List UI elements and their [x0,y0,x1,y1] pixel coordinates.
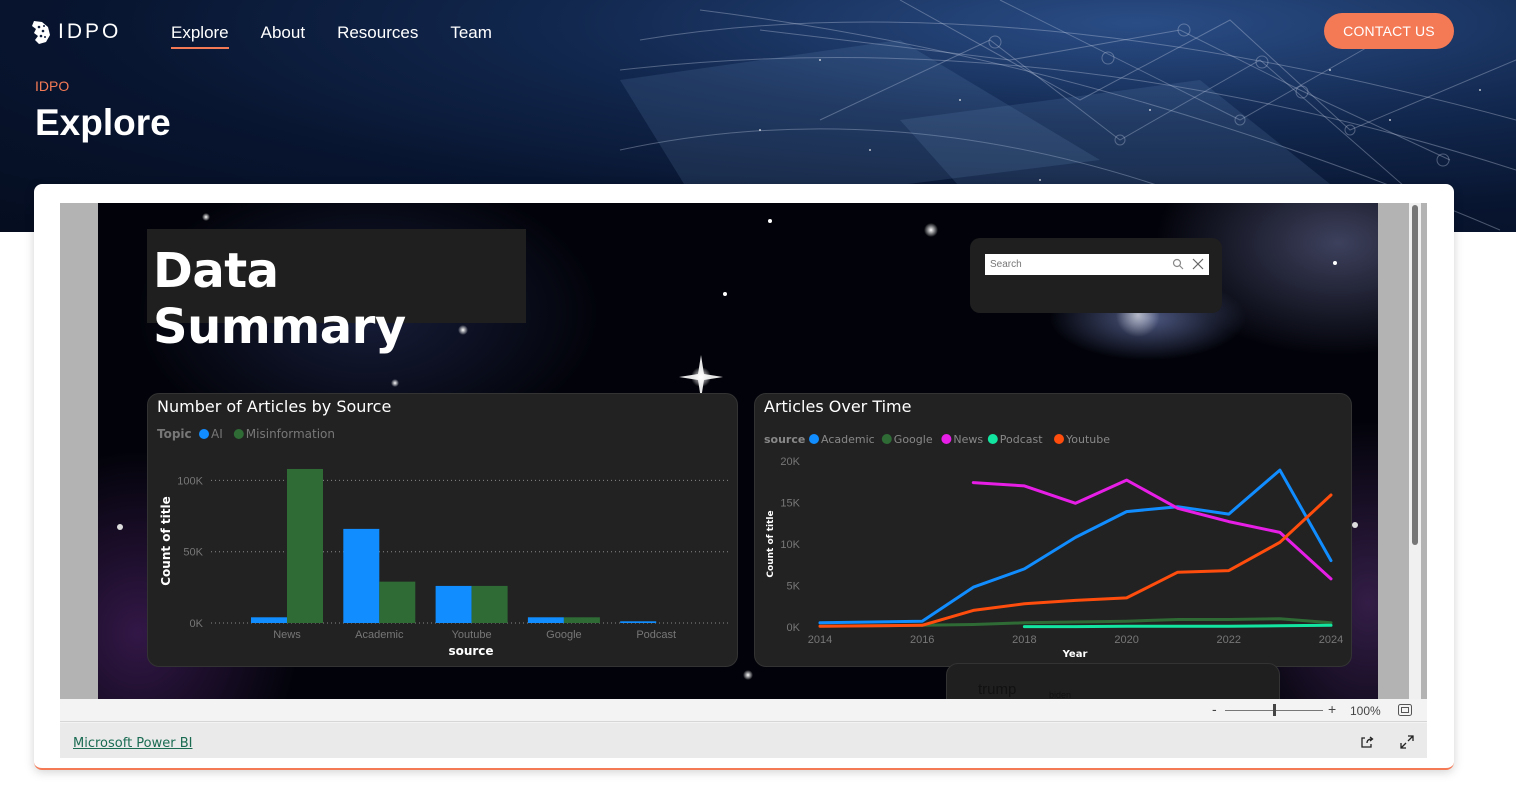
logo-globe-icon [32,21,50,44]
breadcrumb[interactable]: IDPO [35,78,69,94]
bar-y-tick-label: 0K [190,618,204,630]
bar-x-tick-label: Youtube [452,629,492,641]
fit-to-page-icon[interactable] [1398,704,1412,716]
search-input[interactable] [985,255,1165,274]
line-legend-marker [1054,434,1064,444]
line-legend-marker [941,434,952,444]
scrollbar-thumb[interactable] [1412,205,1418,545]
line-x-tick-label: 2018 [1012,634,1036,646]
bar-mark [563,617,600,623]
line-y-tick-label: 5K [787,581,801,593]
powerbi-link[interactable]: Microsoft Power BI [73,736,192,751]
bar-chart: Topic AI Misinformation 0K 50K 100K Count of t… [157,427,730,658]
report-title-box: Data Summary [147,229,526,355]
word-cloud-word: trump [978,681,1017,698]
bar-legend-marker [233,429,244,439]
logo-text: IDPO [58,20,122,43]
bar-mark [435,585,472,623]
bar-mark [527,617,564,623]
bar-x-axis-label: source [448,644,493,658]
nav-team[interactable]: Team [450,23,492,49]
line-series-youtube [818,493,1333,628]
line-legend-label: Podcast [1000,433,1043,446]
contact-us-button[interactable]: CONTACT US [1324,13,1454,49]
line-legend-label: Youtube [1065,433,1110,446]
line-x-tick-label: 2016 [910,634,934,646]
bar-legend-label: AI [211,427,223,441]
line-legend-title: source [764,433,805,446]
report-canvas: Data Summary Search Number of Articles b… [98,203,1378,699]
line-y-tick-label: 15K [780,498,800,510]
nav-resources[interactable]: Resources [337,23,418,49]
line-chart-panel: Articles Over Time source Academic Google N… [754,393,1352,667]
bar-x-tick-label: Podcast [636,629,676,641]
zoom-level: 100% [1350,704,1381,718]
word-cloud-panel: trump biden [946,663,1280,699]
line-x-axis-label: Year [1062,649,1088,660]
line-chart: source Academic Google News Podcast Youtube 0K… [764,433,1343,660]
zoom-slider-handle[interactable] [1273,704,1276,716]
line-series-news [971,478,1333,581]
bar-y-tick-label: 50K [183,547,203,559]
line-y-tick-label: 20K [780,456,800,468]
bar-mark [287,468,323,623]
bar-mark [379,581,416,623]
page-title: Explore [35,102,171,143]
bar-legend-marker [199,429,209,439]
powerbi-frame: Data Summary Search Number of Articles b… [60,203,1427,758]
bar-legend-label: Misinformation [246,427,335,441]
line-legend-marker [809,434,819,444]
line-y-tick-label: 0K [787,622,801,634]
bar-x-tick-label: Academic [355,629,404,641]
nav-explore[interactable]: Explore [171,23,229,49]
bar-mark [343,528,380,623]
report-background: Data Summary Search Number of Articles b… [60,203,1427,699]
fullscreen-icon[interactable] [1400,735,1414,749]
search-box [985,254,1209,275]
zoom-bar: - + 100% [60,699,1427,722]
line-x-tick-label: 2024 [1319,634,1343,646]
line-legend-label: Academic [821,433,875,446]
line-y-tick-label: 10K [780,539,800,551]
line-x-tick-label: 2014 [808,634,832,646]
bar-x-tick-label: News [273,629,301,641]
nav-about[interactable]: About [261,23,305,49]
line-legend-marker [881,434,892,444]
line-x-tick-label: 2020 [1114,634,1138,646]
powerbi-footer: Microsoft Power BI [60,723,1427,758]
bar-mark [471,585,508,623]
zoom-in-button[interactable]: + [1328,701,1336,717]
line-legend-label: Google [894,433,933,446]
bar-legend-title: Topic [157,427,192,441]
line-legend-marker [987,434,998,444]
share-icon[interactable] [1359,734,1375,750]
line-series-podcast [1022,623,1333,629]
word-cloud-word: biden [1049,690,1072,699]
logo[interactable]: IDPO [30,19,121,45]
bar-x-tick-label: Google [546,629,581,641]
search-icon[interactable] [1171,257,1185,271]
line-legend-label: News [953,433,983,446]
report-title: Data Summary [153,243,406,355]
bar-y-axis-label: Count of title [159,496,173,586]
zoom-out-button[interactable]: - [1212,701,1217,717]
report-card: Data Summary Search Number of Articles b… [34,184,1454,770]
bar-y-tick-label: 100K [177,475,203,487]
bar-chart-panel: Number of Articles by Source Topic AI Misi… [147,393,738,667]
bar-mark [620,621,657,623]
line-x-tick-label: 2022 [1217,634,1241,646]
report-scrollbar[interactable] [1409,203,1421,699]
bar-mark [251,617,287,623]
main-nav: Explore About Resources Team [171,23,524,49]
search-panel [970,238,1222,313]
clear-icon[interactable] [1191,257,1205,271]
line-y-axis-label: Count of title [766,510,776,577]
